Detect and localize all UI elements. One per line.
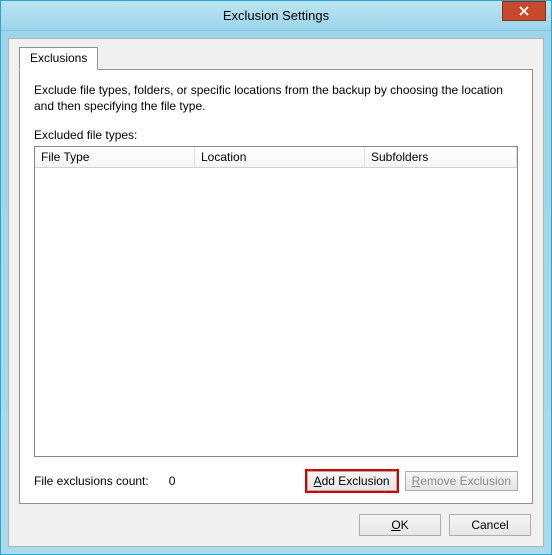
close-button[interactable] [502, 1, 546, 21]
count-value: 0 [169, 474, 176, 488]
dialog-buttons: OK Cancel [19, 514, 533, 536]
tab-panel-exclusions: Exclude file types, folders, or specific… [19, 69, 533, 504]
description-text: Exclude file types, folders, or specific… [34, 82, 518, 114]
list-body [35, 168, 517, 456]
cancel-button[interactable]: Cancel [449, 514, 531, 536]
list-label: Excluded file types: [34, 128, 518, 142]
titlebar: Exclusion Settings [1, 1, 551, 31]
remove-exclusion-button[interactable]: Remove Exclusion [405, 471, 518, 491]
client-area: Exclusions Exclude file types, folders, … [8, 38, 544, 547]
column-location[interactable]: Location [195, 147, 365, 167]
column-subfolders[interactable]: Subfolders [365, 147, 517, 167]
count-label: File exclusions count: [34, 474, 149, 488]
tab-exclusions[interactable]: Exclusions [19, 47, 98, 70]
add-exclusion-button[interactable]: Add Exclusion [307, 471, 397, 491]
ok-rest: K [401, 518, 409, 532]
list-header: File Type Location Subfolders [35, 147, 517, 168]
window-title: Exclusion Settings [223, 8, 329, 23]
ok-underline: O [391, 518, 400, 532]
column-file-type[interactable]: File Type [35, 147, 195, 167]
panel-footer: File exclusions count: 0 Add Exclusion R… [34, 471, 518, 491]
close-icon [519, 6, 529, 16]
tab-strip: Exclusions [19, 47, 533, 69]
ok-button[interactable]: OK [359, 514, 441, 536]
excluded-files-list[interactable]: File Type Location Subfolders [34, 146, 518, 457]
dialog-window: Exclusion Settings Exclusions Exclude fi… [0, 0, 552, 555]
